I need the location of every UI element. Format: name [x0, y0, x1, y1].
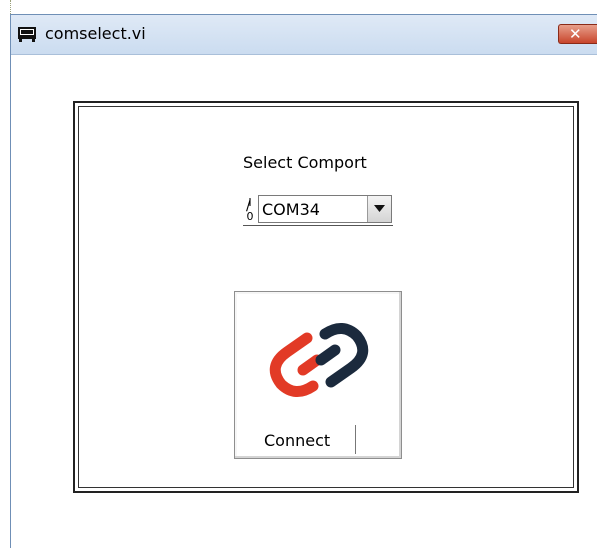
close-icon: ✕	[569, 25, 582, 43]
connect-button[interactable]: Connect	[234, 291, 402, 459]
comport-underline	[243, 225, 393, 226]
link-chain-icon	[247, 312, 391, 412]
title-bar[interactable]: comselect.vi ✕	[11, 15, 597, 55]
vi-window: comselect.vi ✕ Select Comport I / 0 COM3…	[10, 14, 597, 548]
labview-vi-icon	[17, 25, 37, 43]
comport-value[interactable]: COM34	[262, 200, 320, 219]
io-slash-glyph: /	[246, 198, 251, 214]
comport-dropdown-button[interactable]	[367, 196, 391, 222]
visa-io-icon: I / 0	[243, 197, 257, 223]
comport-select[interactable]: COM34	[258, 195, 392, 223]
connect-divider	[355, 425, 356, 454]
close-button[interactable]: ✕	[558, 24, 597, 44]
chevron-down-icon	[374, 205, 385, 212]
connect-label: Connect	[264, 431, 331, 450]
select-comport-label: Select Comport	[243, 153, 367, 172]
window-title: comselect.vi	[45, 24, 146, 43]
